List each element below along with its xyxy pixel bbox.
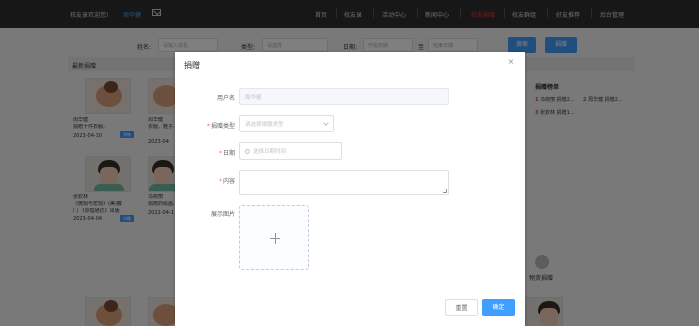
image-upload-box[interactable]: [239, 205, 309, 270]
donation-dialog: 捐赠 × 用户名 周华健 *捐赠类型 请选择捐赠类型 *日期 选择日期时间 *内…: [175, 52, 525, 326]
resize-handle-icon[interactable]: [443, 189, 447, 193]
chevron-down-icon: [323, 120, 329, 126]
content-textarea[interactable]: [239, 170, 449, 195]
confirm-button[interactable]: 确定: [482, 299, 515, 316]
date-label: *日期: [218, 150, 235, 157]
dialog-title: 捐赠: [184, 61, 200, 70]
username-field: 周华健: [239, 88, 449, 105]
donation-type-select[interactable]: 请选择捐赠类型: [239, 115, 334, 132]
date-time-picker[interactable]: 选择日期时间: [239, 142, 342, 160]
username-label: 用户名: [216, 95, 235, 102]
reset-button[interactable]: 重置: [445, 299, 478, 316]
content-label: *内容: [218, 178, 235, 185]
donation-type-label: *捐赠类型: [206, 123, 235, 130]
close-icon[interactable]: ×: [507, 58, 515, 66]
clock-icon: [245, 148, 250, 154]
display-image-label: 展示图片: [210, 211, 235, 218]
